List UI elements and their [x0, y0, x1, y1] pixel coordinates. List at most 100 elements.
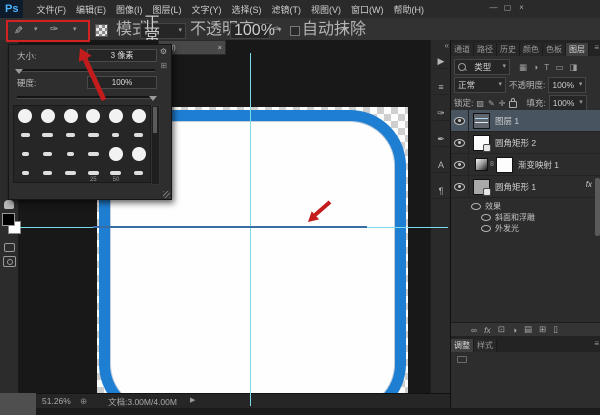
- clone-source-panel-icon[interactable]: ≡: [433, 80, 449, 95]
- actions-panel-icon[interactable]: ▶: [433, 54, 449, 69]
- auto-erase-checkbox[interactable]: [290, 26, 300, 36]
- layers-opacity-dropdown[interactable]: 100% ▾: [548, 77, 586, 93]
- layers-scrollbar[interactable]: [595, 178, 600, 236]
- airbrush-icon[interactable]: ✑: [340, 22, 348, 38]
- brush-preset[interactable]: [14, 163, 37, 182]
- layer-row-gradient-map-1[interactable]: 8 渐变映射 1: [451, 154, 600, 176]
- brush-preset[interactable]: [82, 106, 105, 125]
- brush-preset[interactable]: [127, 163, 150, 182]
- filter-smart-objects-icon[interactable]: ◨: [569, 62, 577, 73]
- blend-mode-dropdown[interactable]: 正常 ▾: [140, 23, 186, 39]
- lock-position-icon[interactable]: ✛: [499, 99, 506, 108]
- hardness-slider-thumb[interactable]: [149, 96, 157, 101]
- brush-preset[interactable]: [37, 163, 60, 182]
- brush-preset[interactable]: [14, 125, 37, 144]
- tab-styles[interactable]: 样式: [474, 339, 497, 352]
- brush-preset[interactable]: [127, 144, 150, 163]
- brush-preset[interactable]: [59, 125, 82, 144]
- brush-preset[interactable]: [127, 125, 150, 144]
- visibility-toggle[interactable]: [451, 110, 469, 131]
- menu-help[interactable]: 帮助(H): [388, 1, 429, 18]
- tablet-pressure-opacity-icon[interactable]: ✑: [273, 22, 281, 38]
- zoom-level[interactable]: 51.26%: [42, 396, 71, 406]
- new-brush-preset-icon[interactable]: ⊞: [160, 61, 167, 70]
- lock-image-pixels-icon[interactable]: ✎: [488, 99, 495, 108]
- layer-effects-badge[interactable]: fx: [586, 180, 592, 189]
- shape-layer-thumbnail[interactable]: [473, 179, 490, 195]
- quick-mask-mode-icon[interactable]: [4, 243, 15, 252]
- layer-mask-thumbnail[interactable]: [496, 157, 513, 173]
- visibility-toggle[interactable]: [451, 154, 469, 175]
- lock-transparent-pixels-icon[interactable]: ▨: [476, 99, 484, 108]
- brush-preset[interactable]: [105, 144, 128, 163]
- menu-filter[interactable]: 滤镜(T): [266, 1, 306, 18]
- layer-name[interactable]: 图层 1: [495, 115, 519, 127]
- tool-preset-picker-icon[interactable]: [95, 24, 108, 37]
- maximize-button[interactable]: ▢: [501, 2, 514, 14]
- lock-all-icon[interactable]: [509, 101, 517, 108]
- filter-type-layers-icon[interactable]: T: [544, 62, 549, 73]
- brush-preset[interactable]: [105, 106, 128, 125]
- flyout-resize-handle[interactable]: [163, 191, 170, 198]
- eye-icon[interactable]: [454, 117, 465, 125]
- filter-shape-layers-icon[interactable]: ▭: [555, 62, 563, 73]
- layer-row-rounded-rect-1[interactable]: 圆角矩形 1 fx: [451, 176, 600, 198]
- effects-header-row[interactable]: 效果: [451, 201, 600, 212]
- effect-outer-glow-row[interactable]: 外发光: [451, 223, 600, 234]
- eye-icon[interactable]: [471, 203, 481, 210]
- layer-row-rounded-rect-2[interactable]: 圆角矩形 2: [451, 132, 600, 154]
- effect-bevel-emboss-row[interactable]: 斜面和浮雕: [451, 212, 600, 223]
- paragraph-panel-icon[interactable]: ¶: [433, 184, 449, 199]
- tab-channels[interactable]: 通道: [451, 43, 474, 56]
- brush-preset[interactable]: [37, 144, 60, 163]
- new-layer-icon[interactable]: ⊞: [539, 324, 546, 335]
- tab-layers[interactable]: 图层: [566, 43, 589, 56]
- eye-icon[interactable]: [481, 214, 491, 221]
- brush-grid-scrollbar[interactable]: [151, 105, 160, 185]
- brush-preset[interactable]: [14, 106, 37, 125]
- brush-preset[interactable]: [105, 125, 128, 144]
- layer-row-layer1[interactable]: 图层 1: [451, 110, 600, 132]
- eye-icon[interactable]: [454, 139, 465, 147]
- filter-pixel-layers-icon[interactable]: ▦: [519, 62, 527, 73]
- shape-layer-thumbnail[interactable]: [473, 135, 490, 151]
- tab-history[interactable]: 历史: [497, 43, 520, 56]
- close-button[interactable]: ×: [515, 2, 528, 14]
- foreground-color-swatch[interactable]: [2, 213, 15, 226]
- status-flyout-arrow-icon[interactable]: ▶: [190, 396, 195, 404]
- visibility-toggle[interactable]: [451, 132, 469, 153]
- add-layer-mask-icon[interactable]: ⊡: [498, 324, 505, 335]
- gear-icon[interactable]: ⚙: [160, 47, 167, 56]
- brush-preset[interactable]: [59, 163, 82, 182]
- character-panel-icon[interactable]: A: [433, 158, 449, 173]
- new-group-icon[interactable]: ▤: [524, 324, 532, 335]
- brush-preset[interactable]: [37, 125, 60, 144]
- opacity-dropdown[interactable]: 100% ▾: [230, 23, 270, 39]
- vertical-guide[interactable]: [250, 53, 251, 406]
- tab-color[interactable]: 颜色: [520, 43, 543, 56]
- menu-window[interactable]: 窗口(W): [346, 1, 389, 18]
- delete-layer-icon[interactable]: ▯: [553, 324, 558, 335]
- visibility-toggle[interactable]: [451, 176, 469, 197]
- eye-icon[interactable]: [481, 225, 491, 232]
- layer-name[interactable]: 圆角矩形 2: [495, 137, 536, 149]
- adjustment-preset-icon[interactable]: [457, 356, 467, 363]
- brush-preset[interactable]: [127, 106, 150, 125]
- filter-kind-dropdown[interactable]: 类型 ▾: [454, 59, 510, 75]
- adjustment-layer-icon[interactable]: [475, 158, 488, 171]
- layer-thumbnail[interactable]: [473, 113, 490, 129]
- brush-panel-icon[interactable]: ✑: [433, 106, 449, 121]
- hand-tool-icon[interactable]: [4, 200, 14, 209]
- minimize-button[interactable]: —: [487, 2, 500, 14]
- menu-type[interactable]: 文字(Y): [186, 1, 226, 18]
- brush-preset[interactable]: [59, 144, 82, 163]
- document-tab-close-icon[interactable]: ×: [218, 43, 222, 52]
- tab-swatches[interactable]: 色板: [543, 43, 566, 56]
- brush-preset[interactable]: 50: [105, 163, 128, 182]
- menu-edit[interactable]: 编辑(E): [71, 1, 111, 18]
- filter-adjustment-layers-icon[interactable]: ◑: [533, 62, 538, 73]
- layers-blend-mode-dropdown[interactable]: 正常 ▾: [454, 77, 506, 93]
- new-adjustment-layer-icon[interactable]: ◑: [512, 325, 517, 335]
- screen-mode-icon[interactable]: [3, 256, 16, 267]
- menu-view[interactable]: 视图(V): [306, 1, 346, 18]
